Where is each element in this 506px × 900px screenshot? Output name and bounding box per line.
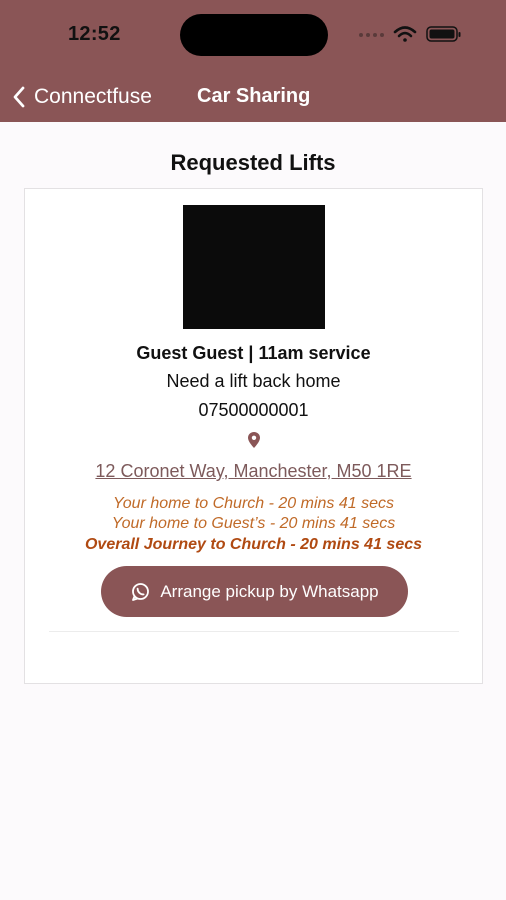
app-header: 12:52 Connectfuse Car Sharing	[0, 0, 506, 122]
eta-overall-journey: Overall Journey to Church - 20 mins 41 s…	[84, 536, 423, 553]
signal-icon	[359, 33, 384, 37]
lift-request-text: Need a lift back home	[166, 371, 341, 391]
wifi-icon	[393, 26, 417, 42]
nav-title: Car Sharing	[197, 85, 311, 107]
battery-icon	[426, 26, 461, 42]
guest-address-link[interactable]: 12 Coronet Way, Manchester, M50 1RE	[25, 461, 482, 482]
arrange-pickup-label: Arrange pickup by Whatsapp	[160, 581, 379, 601]
lift-request-card: Guest Guest | 11am service Need a lift b…	[24, 188, 483, 684]
status-icons	[359, 26, 461, 42]
card-divider	[49, 631, 459, 632]
guest-phone[interactable]: 07500000001	[25, 400, 482, 421]
arrange-pickup-whatsapp-button[interactable]: Arrange pickup by Whatsapp	[101, 566, 408, 617]
eta-home-to-church: Your home to Church - 20 mins 41 secs	[112, 495, 395, 512]
chevron-left-icon	[13, 86, 25, 108]
guest-photo	[183, 205, 325, 329]
status-time: 12:52	[68, 23, 121, 45]
page-title: Requested Lifts	[170, 150, 336, 175]
whatsapp-icon	[132, 582, 150, 601]
location-pin-icon	[248, 432, 260, 448]
back-button-label: Connectfuse	[34, 85, 152, 108]
dynamic-island	[180, 14, 328, 56]
eta-home-to-guest: Your home to Guest’s - 20 mins 41 secs	[111, 515, 396, 532]
guest-name: Guest Guest | 11am service	[136, 343, 371, 363]
back-button[interactable]: Connectfuse	[12, 82, 152, 112]
